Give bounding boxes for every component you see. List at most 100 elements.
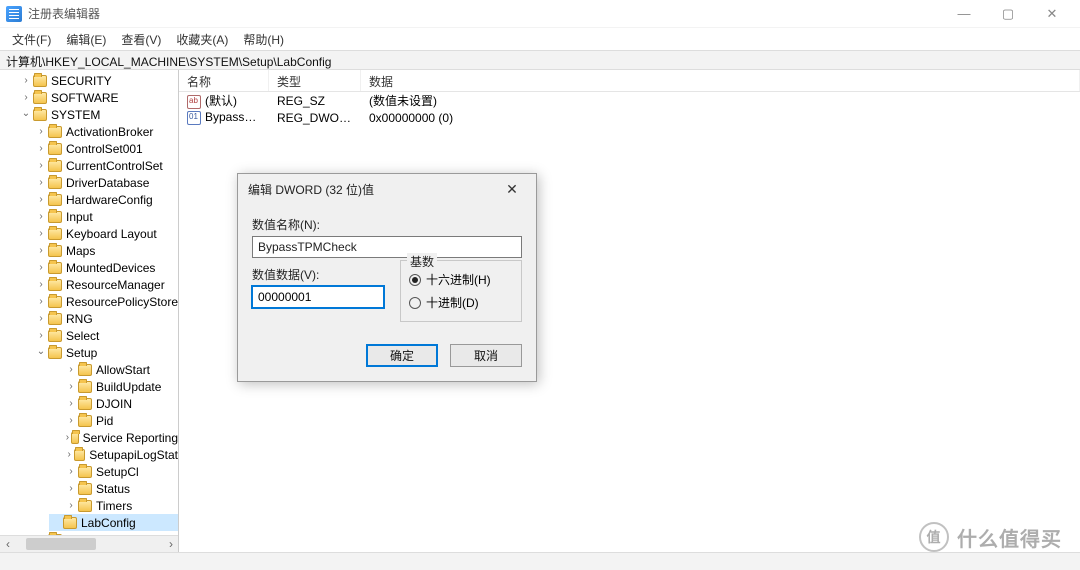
tree-node-setup[interactable]: Setup (34, 344, 178, 361)
folder-icon (33, 75, 47, 87)
value-data-label: 数值数据(V): (252, 266, 384, 283)
value-name-input[interactable] (252, 236, 522, 258)
address-bar[interactable]: 计算机\HKEY_LOCAL_MACHINE\SYSTEM\Setup\LabC… (0, 50, 1080, 70)
scroll-thumb[interactable] (26, 538, 96, 550)
scroll-left-icon[interactable]: ‹ (0, 537, 16, 551)
tree-node[interactable]: Maps (19, 242, 178, 259)
dialog-titlebar[interactable]: 编辑 DWORD (32 位)值 ✕ (238, 174, 536, 204)
folder-icon (63, 517, 77, 529)
expand-icon[interactable] (34, 126, 48, 137)
tree-node[interactable]: AllowStart (34, 361, 178, 378)
folder-icon (48, 313, 62, 325)
radio-hex[interactable]: 十六进制(H) (409, 271, 513, 288)
tree-node[interactable]: HardwareConfig (19, 191, 178, 208)
tree-node-software[interactable]: SOFTWARE (19, 89, 178, 106)
expand-icon[interactable] (19, 92, 33, 103)
expand-icon[interactable] (34, 143, 48, 154)
tree-node[interactable]: DriverDatabase (19, 174, 178, 191)
col-header-name[interactable]: 名称 (179, 70, 269, 91)
expand-icon[interactable] (64, 500, 78, 511)
tree-node[interactable]: Timers (34, 497, 178, 514)
radio-dec[interactable]: 十进制(D) (409, 294, 513, 311)
table-row[interactable]: (默认)REG_SZ(数值未设置) (179, 92, 1080, 109)
tree-node[interactable]: SetupCl (34, 463, 178, 480)
collapse-icon[interactable] (19, 109, 33, 120)
folder-icon (78, 381, 92, 393)
expand-icon[interactable] (64, 415, 78, 426)
status-bar (0, 552, 1080, 570)
expand-icon[interactable] (34, 194, 48, 205)
expand-icon[interactable] (64, 449, 74, 460)
radio-icon (409, 297, 421, 309)
tree-node[interactable]: ResourcePolicyStore (19, 293, 178, 310)
col-header-data[interactable]: 数据 (361, 70, 1080, 91)
tree-node[interactable]: BuildUpdate (34, 378, 178, 395)
folder-icon (48, 211, 62, 223)
folder-icon (78, 398, 92, 410)
tree-node[interactable]: DJOIN (34, 395, 178, 412)
tree-node[interactable]: ResourceManager (19, 276, 178, 293)
collapse-icon[interactable] (34, 347, 48, 358)
expand-icon[interactable] (34, 262, 48, 273)
tree-node[interactable]: Select (19, 327, 178, 344)
list-header: 名称 类型 数据 (179, 70, 1080, 92)
expand-icon[interactable] (19, 75, 33, 86)
window-title: 注册表编辑器 (28, 5, 100, 22)
tree-node[interactable]: MountedDevices (19, 259, 178, 276)
expand-icon[interactable] (64, 398, 78, 409)
folder-icon (48, 160, 62, 172)
value-name-label: 数值名称(N): (252, 216, 522, 233)
tree-node-labconfig[interactable]: LabConfig (49, 514, 178, 531)
expand-icon[interactable] (34, 296, 48, 307)
menu-edit[interactable]: 编辑(E) (60, 29, 112, 50)
expand-icon[interactable] (34, 245, 48, 256)
dialog-close-button[interactable]: ✕ (498, 181, 526, 198)
tree-node-security[interactable]: SECURITY (19, 72, 178, 89)
tree-node[interactable]: Pid (34, 412, 178, 429)
folder-icon (48, 347, 62, 359)
tree-node[interactable]: ControlSet001 (19, 140, 178, 157)
expand-icon[interactable] (34, 228, 48, 239)
expand-icon[interactable] (64, 466, 78, 477)
tree-node[interactable]: CurrentControlSet (19, 157, 178, 174)
table-row[interactable]: BypassTPMCh...REG_DWORD0x00000000 (0) (179, 109, 1080, 126)
tree-node[interactable]: ActivationBroker (19, 123, 178, 140)
tree-node[interactable]: RNG (19, 310, 178, 327)
cancel-button[interactable]: 取消 (450, 344, 522, 367)
expand-icon[interactable] (64, 432, 71, 443)
edit-dword-dialog: 编辑 DWORD (32 位)值 ✕ 数值名称(N): 数值数据(V): 基数 … (237, 173, 537, 382)
ok-button[interactable]: 确定 (366, 344, 438, 367)
expand-icon[interactable] (34, 279, 48, 290)
menu-favorites[interactable]: 收藏夹(A) (170, 29, 234, 50)
tree-node[interactable]: SetupapiLogStat (34, 446, 178, 463)
expand-icon[interactable] (64, 483, 78, 494)
string-value-icon (187, 95, 201, 109)
tree-node-system[interactable]: SYSTEM (19, 106, 178, 123)
tree-node[interactable]: Input (19, 208, 178, 225)
expand-icon[interactable] (34, 211, 48, 222)
expand-icon[interactable] (34, 177, 48, 188)
folder-icon (78, 364, 92, 376)
expand-icon[interactable] (34, 160, 48, 171)
menu-view[interactable]: 查看(V) (115, 29, 167, 50)
expand-icon[interactable] (34, 330, 48, 341)
tree-horizontal-scrollbar[interactable]: ‹ › (0, 535, 179, 552)
menu-file[interactable]: 文件(F) (6, 29, 57, 50)
tree-view[interactable]: SECURITY SOFTWARE SYSTEM ActivationBroke… (0, 70, 179, 552)
close-button[interactable]: ✕ (1030, 0, 1074, 28)
expand-icon[interactable] (64, 364, 78, 375)
col-header-type[interactable]: 类型 (269, 70, 361, 91)
menubar: 文件(F) 编辑(E) 查看(V) 收藏夹(A) 帮助(H) (0, 28, 1080, 50)
expand-icon[interactable] (34, 313, 48, 324)
scroll-right-icon[interactable]: › (163, 537, 179, 551)
folder-icon (74, 449, 85, 461)
value-data-input[interactable] (252, 286, 384, 308)
tree-node[interactable]: Status (34, 480, 178, 497)
tree-node[interactable]: Keyboard Layout (19, 225, 178, 242)
tree-node[interactable]: Service Reporting (34, 429, 178, 446)
folder-icon (48, 279, 62, 291)
minimize-button[interactable]: — (942, 0, 986, 28)
expand-icon[interactable] (64, 381, 78, 392)
maximize-button[interactable]: ▢ (986, 0, 1030, 28)
menu-help[interactable]: 帮助(H) (237, 29, 290, 50)
